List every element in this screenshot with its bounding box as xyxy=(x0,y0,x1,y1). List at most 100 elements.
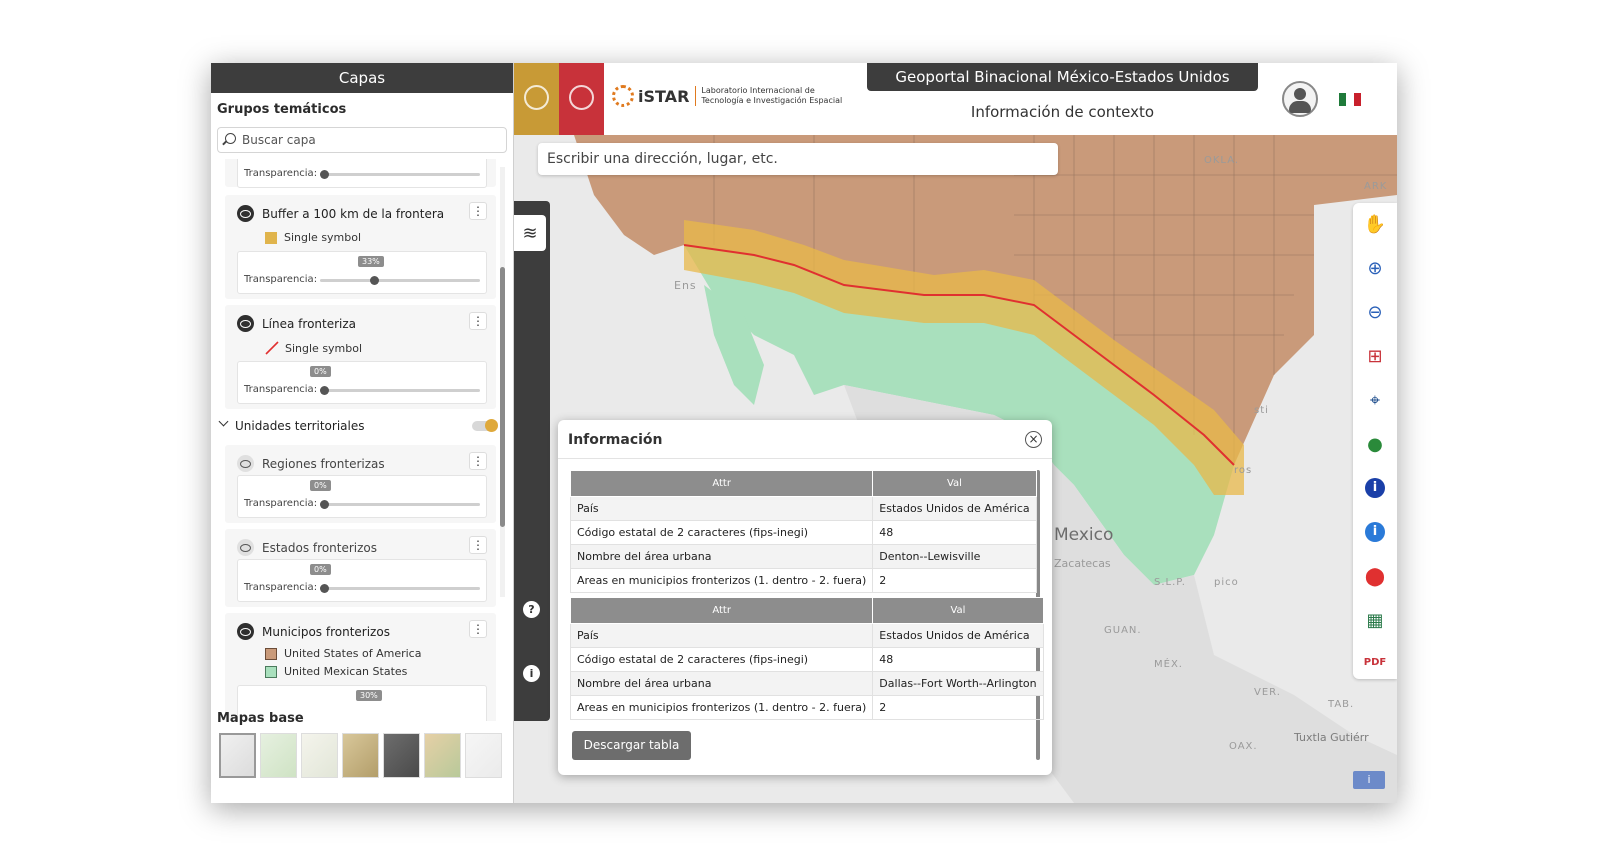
basemap-light-gray[interactable] xyxy=(219,733,256,778)
basemap-streets[interactable] xyxy=(260,733,297,778)
table-cell: Areas en municipios fronterizos (1. dent… xyxy=(569,695,874,720)
zoom-out-icon[interactable]: ⊖ xyxy=(1362,299,1388,325)
slider-knob[interactable] xyxy=(320,584,329,593)
map-label-mexico: Mexico xyxy=(1054,525,1114,545)
slider-knob[interactable] xyxy=(320,386,329,395)
app-window: Capas Grupos temáticos Buscar capa Trans… xyxy=(211,63,1397,803)
legend-swatch xyxy=(265,647,277,660)
table-cell: Nombre del área urbana xyxy=(569,671,874,696)
table-row: País Estados Unidos de América xyxy=(569,623,1044,648)
pdf-icon[interactable]: PDF xyxy=(1362,649,1388,675)
map-label-ver: VER. xyxy=(1254,687,1281,698)
map-label-zacatecas: Zacatecas xyxy=(1054,557,1111,570)
layers-icon[interactable]: ≋ xyxy=(514,215,546,251)
slider-knob[interactable] xyxy=(370,276,379,285)
layer-card-states: Estados fronterizos ⋮ 0% Transparencia: xyxy=(225,529,496,607)
eye-icon[interactable] xyxy=(237,455,254,472)
clear-layers-icon[interactable]: ▦ xyxy=(1362,607,1388,633)
transparency-value: 0% xyxy=(310,366,331,377)
table-cell: País xyxy=(569,623,874,648)
attribution-info-icon[interactable]: i xyxy=(1353,771,1385,789)
eye-icon[interactable] xyxy=(237,623,254,640)
layer-search-placeholder: Buscar capa xyxy=(242,133,316,147)
legend-item: Single symbol xyxy=(265,341,362,355)
info-circle-icon[interactable]: i xyxy=(1362,475,1388,501)
info-icon[interactable]: i xyxy=(523,665,540,682)
map-label-okla: OKLA. xyxy=(1204,155,1240,166)
basemap-white[interactable] xyxy=(465,733,502,778)
kebab-icon[interactable]: ⋮ xyxy=(469,202,487,220)
hand-pan-icon[interactable]: ✋ xyxy=(1362,211,1388,237)
transparency-value: 0% xyxy=(310,480,331,491)
table-cell: Denton--Lewisville xyxy=(872,544,1037,569)
eye-icon[interactable] xyxy=(237,205,254,222)
transparency-value: 0% xyxy=(310,564,331,575)
basemap-terrain[interactable] xyxy=(342,733,379,778)
column-header: Val xyxy=(872,597,1044,624)
table-row: País Estados Unidos de América xyxy=(569,496,1037,521)
help-icon[interactable]: ? xyxy=(523,601,540,618)
globe-icon[interactable]: ● xyxy=(1362,431,1388,457)
table-cell: Dallas--Fort Worth--Arlington xyxy=(872,671,1044,696)
transparency-slider[interactable] xyxy=(320,170,480,179)
download-table-button[interactable]: Descargar tabla xyxy=(572,731,691,760)
table-header-row: Attr Val xyxy=(569,470,1037,497)
transparency-slider[interactable] xyxy=(320,584,480,593)
kebab-icon[interactable]: ⋮ xyxy=(469,620,487,638)
layer-list-scrollbar[interactable] xyxy=(500,167,505,597)
table-header-row: Attr Val xyxy=(569,597,1044,624)
basemap-dark[interactable] xyxy=(383,733,420,778)
map-pin-icon[interactable]: ⬤ xyxy=(1362,563,1388,589)
basemap-topo-light[interactable] xyxy=(301,733,338,778)
unam-seal-icon xyxy=(524,85,549,110)
kebab-icon[interactable]: ⋮ xyxy=(469,536,487,554)
table-cell: 2 xyxy=(872,695,1044,720)
scrollbar-thumb[interactable] xyxy=(500,267,505,527)
locate-icon[interactable]: ⌖ xyxy=(1362,387,1388,413)
slider-knob[interactable] xyxy=(320,170,329,179)
eye-icon[interactable] xyxy=(237,539,254,556)
top-header: iSTAR Laboratorio Internacional de Tecno… xyxy=(514,63,1397,135)
layer-header: Línea fronteriza xyxy=(237,315,356,332)
map-label-guan: GUAN. xyxy=(1104,625,1142,636)
column-header: Val xyxy=(872,470,1037,497)
zoom-in-icon[interactable]: ⊕ xyxy=(1362,255,1388,281)
group-label: Unidades territoriales xyxy=(235,419,365,433)
left-control-strip: ? i xyxy=(514,201,550,721)
legend-label: Single symbol xyxy=(285,341,363,355)
basemap-physical[interactable] xyxy=(424,733,461,778)
group-units-territoriales[interactable]: Unidades territoriales xyxy=(211,415,514,437)
slider-knob[interactable] xyxy=(320,500,329,509)
basemaps-title: Mapas base xyxy=(217,711,304,726)
transparency-label: Transparencia: xyxy=(244,168,318,179)
layer-list: Transparencia: Buffer a 100 km de la fro… xyxy=(211,159,514,721)
eye-icon[interactable] xyxy=(237,315,254,332)
layer-name: Buffer a 100 km de la frontera xyxy=(262,206,445,221)
table-row: Nombre del área urbana Dallas--Fort Worth… xyxy=(569,671,1044,696)
transparency-box: 0% Transparencia: xyxy=(237,475,487,518)
transparency-slider[interactable] xyxy=(320,386,480,395)
kebab-icon[interactable]: ⋮ xyxy=(469,312,487,330)
user-avatar-icon[interactable] xyxy=(1282,81,1318,117)
layers-sidebar: Capas Grupos temáticos Buscar capa Trans… xyxy=(211,63,514,803)
table-cell: Estados Unidos de América xyxy=(872,623,1044,648)
map-label-mex: MÉX. xyxy=(1154,659,1183,670)
unam-logo xyxy=(514,63,559,135)
map-view[interactable]: OKLA. ARK Ens sti ros Mexico Zacatecas S… xyxy=(514,135,1397,803)
address-search-input[interactable]: Escribir una dirección, lugar, etc. xyxy=(538,143,1058,175)
kebab-icon[interactable]: ⋮ xyxy=(469,452,487,470)
layer-card-buffer: Buffer a 100 km de la frontera ⋮ Single … xyxy=(225,195,496,299)
layer-search-input[interactable]: Buscar capa xyxy=(217,127,507,153)
map-label-ark: ARK xyxy=(1364,181,1388,192)
group-toggle[interactable] xyxy=(472,419,498,432)
zoom-box-icon[interactable]: ⊞ xyxy=(1362,343,1388,369)
transparency-label: Transparencia: xyxy=(244,274,318,285)
legend-swatch xyxy=(265,665,277,678)
legend-label: Single symbol xyxy=(284,231,362,244)
transparency-slider[interactable] xyxy=(320,276,480,285)
info-alt-icon[interactable]: i xyxy=(1362,519,1388,545)
info-popup: Información × Attr Val País Estados Unido… xyxy=(558,420,1052,775)
close-icon[interactable]: × xyxy=(1025,431,1042,448)
transparency-slider[interactable] xyxy=(320,500,480,509)
mexico-flag-icon[interactable] xyxy=(1339,93,1361,106)
